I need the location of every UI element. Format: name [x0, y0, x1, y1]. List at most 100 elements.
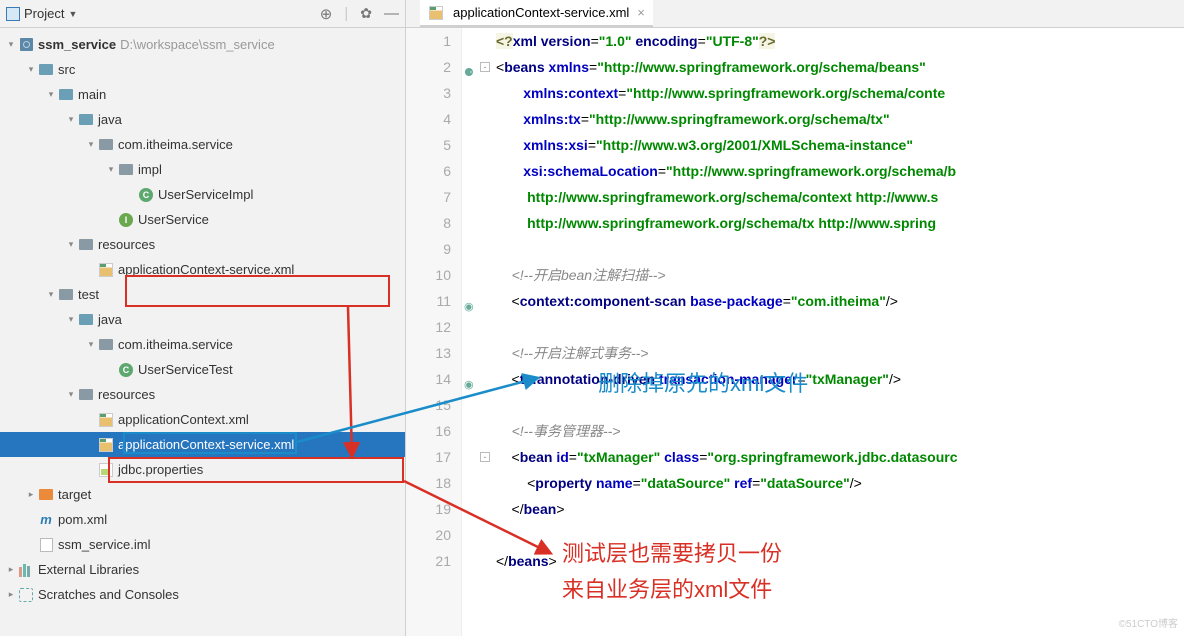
gear-icon[interactable]: ✿ [360, 5, 372, 22]
tree-item-label: impl [138, 162, 162, 177]
tree-item-label: test [78, 287, 99, 302]
expand-icon[interactable]: ▾ [4, 39, 18, 50]
tree-item-target[interactable]: ▸target [0, 482, 405, 507]
code-line[interactable]: </bean> [496, 496, 1184, 522]
code-line[interactable]: <!--事务管理器--> [496, 418, 1184, 444]
target-icon[interactable]: ⊕ [320, 5, 333, 23]
expand-icon[interactable]: ▾ [44, 89, 58, 100]
minimize-icon[interactable]: — [384, 5, 399, 22]
tree-item-src[interactable]: ▾src [0, 57, 405, 82]
tree-item-applicationcontext-service-xml[interactable]: applicationContext-service.xml [0, 257, 405, 282]
code-line[interactable] [496, 314, 1184, 340]
code-line[interactable]: http://www.springframework.org/schema/co… [496, 184, 1184, 210]
class-i-icon: I [118, 212, 134, 228]
tree-item-applicationcontext-service-xml[interactable]: applicationContext-service.xml [0, 432, 405, 457]
tree-item-label: applicationContext.xml [118, 412, 249, 427]
expand-icon[interactable]: ▾ [44, 289, 58, 300]
code-line[interactable]: <tx:annotation-driven transaction-manage… [496, 366, 1184, 392]
tree-item-ssm-service-iml[interactable]: ssm_service.iml [0, 532, 405, 557]
tree-item-label: ssm_service.iml [58, 537, 150, 552]
watermark: ©51CTO博客 [1119, 615, 1178, 630]
tree-item-resources[interactable]: ▾resources [0, 232, 405, 257]
code-line[interactable] [496, 236, 1184, 262]
tree-item-ssm-service[interactable]: ▾ssm_serviceD:\workspace\ssm_service [0, 32, 405, 57]
scratch-icon [18, 587, 34, 603]
tree-item-java[interactable]: ▾ java [0, 307, 405, 332]
tree-item-userservicetest[interactable]: CUserServiceTest [0, 357, 405, 382]
folder-icon [118, 162, 134, 178]
xml-icon [98, 262, 114, 278]
project-sidebar: Project ▼ ⊕ | ✿ — ▾ssm_serviceD:\workspa… [0, 0, 406, 636]
folder-icon [98, 137, 114, 153]
tree-item-com-itheima-service[interactable]: ▾com.itheima.service [0, 132, 405, 157]
code-line[interactable]: <beans xmlns="http://www.springframework… [496, 54, 1184, 80]
expand-icon[interactable]: ▾ [24, 64, 38, 75]
module-icon [18, 37, 34, 53]
project-dropdown[interactable]: Project ▼ [6, 6, 77, 21]
code-line[interactable] [496, 392, 1184, 418]
divider: | [344, 5, 348, 22]
tree-item-scratches-and-consoles[interactable]: ▸ Scratches and Consoles [0, 582, 405, 607]
expand-icon[interactable]: ▾ [64, 114, 78, 125]
tree-item-label: applicationContext-service.xml [118, 437, 294, 452]
tree-item-userserviceimpl[interactable]: CUserServiceImpl [0, 182, 405, 207]
expand-icon[interactable]: ▸ [4, 589, 18, 600]
expand-icon[interactable]: ▾ [84, 139, 98, 150]
expand-icon[interactable]: ▸ [4, 564, 18, 575]
tab-applicationcontext-service[interactable]: applicationContext-service.xml × [420, 0, 653, 27]
expand-icon[interactable]: ▾ [64, 239, 78, 250]
class-c-icon: C [138, 187, 154, 203]
tree-item-label: com.itheima.service [118, 337, 233, 352]
expand-icon[interactable]: ▾ [84, 339, 98, 350]
expand-icon[interactable]: ▸ [24, 489, 38, 500]
tree-item-test[interactable]: ▾ test [0, 282, 405, 307]
code-line[interactable] [496, 522, 1184, 548]
tree-item-label: UserServiceTest [138, 362, 233, 377]
code-content[interactable]: <?xml version="1.0" encoding="UTF-8"?><b… [492, 28, 1184, 636]
tree-item-userservice[interactable]: I UserService [0, 207, 405, 232]
tree-item-external-libraries[interactable]: ▸External Libraries [0, 557, 405, 582]
project-tree[interactable]: ▾ssm_serviceD:\workspace\ssm_service▾src… [0, 28, 405, 636]
close-icon[interactable]: × [637, 5, 645, 20]
sidebar-header: Project ▼ ⊕ | ✿ — [0, 0, 405, 28]
code-line[interactable]: xmlns:xsi="http://www.w3.org/2001/XMLSch… [496, 132, 1184, 158]
tree-item-impl[interactable]: ▾ impl [0, 157, 405, 182]
tree-item-label: UserService [138, 212, 209, 227]
tree-item-path: D:\workspace\ssm_service [120, 37, 275, 52]
code-area[interactable]: 123456789101112131415161718192021 ⚈◉◉ --… [406, 28, 1184, 636]
code-line[interactable]: xmlns:context="http://www.springframewor… [496, 80, 1184, 106]
tree-item-label: java [98, 312, 122, 327]
code-line[interactable]: xsi:schemaLocation="http://www.springfra… [496, 158, 1184, 184]
tree-item-label: applicationContext-service.xml [118, 262, 294, 277]
code-line[interactable]: <bean id="txManager" class="org.springfr… [496, 444, 1184, 470]
tree-item-java[interactable]: ▾java [0, 107, 405, 132]
tree-item-resources[interactable]: ▾ resources [0, 382, 405, 407]
file-icon [38, 537, 54, 553]
tree-item-label: Scratches and Consoles [38, 587, 179, 602]
expand-icon[interactable]: ▾ [64, 314, 78, 325]
code-line[interactable]: http://www.springframework.org/schema/tx… [496, 210, 1184, 236]
code-line[interactable]: <context:component-scan base-package="co… [496, 288, 1184, 314]
tree-item-label: pom.xml [58, 512, 107, 527]
folder-icon [58, 287, 74, 303]
tree-item-pom-xml[interactable]: mpom.xml [0, 507, 405, 532]
xml-icon [98, 437, 114, 453]
tree-item-main[interactable]: ▾ main [0, 82, 405, 107]
expand-icon[interactable]: ▾ [64, 389, 78, 400]
fold-column[interactable]: -- [480, 28, 492, 636]
tree-item-label: resources [98, 387, 155, 402]
folder-icon [78, 387, 94, 403]
code-line[interactable]: xmlns:tx="http://www.springframework.org… [496, 106, 1184, 132]
code-line[interactable]: </beans> [496, 548, 1184, 574]
code-line[interactable]: <?xml version="1.0" encoding="UTF-8"?> [496, 28, 1184, 54]
expand-icon[interactable]: ▾ [104, 164, 118, 175]
yml-icon [98, 462, 114, 478]
code-line[interactable]: <property name="dataSource" ref="dataSou… [496, 470, 1184, 496]
code-line[interactable]: <!--开启bean注解扫描--> [496, 262, 1184, 288]
tree-item-com-itheima-service[interactable]: ▾ com.itheima.service [0, 332, 405, 357]
tree-item-applicationcontext-xml[interactable]: applicationContext.xml [0, 407, 405, 432]
tree-item-jdbc-properties[interactable]: jdbc.properties [0, 457, 405, 482]
code-line[interactable]: <!--开启注解式事务--> [496, 340, 1184, 366]
tree-item-label: main [78, 87, 106, 102]
line-gutter: 123456789101112131415161718192021 [406, 28, 462, 636]
